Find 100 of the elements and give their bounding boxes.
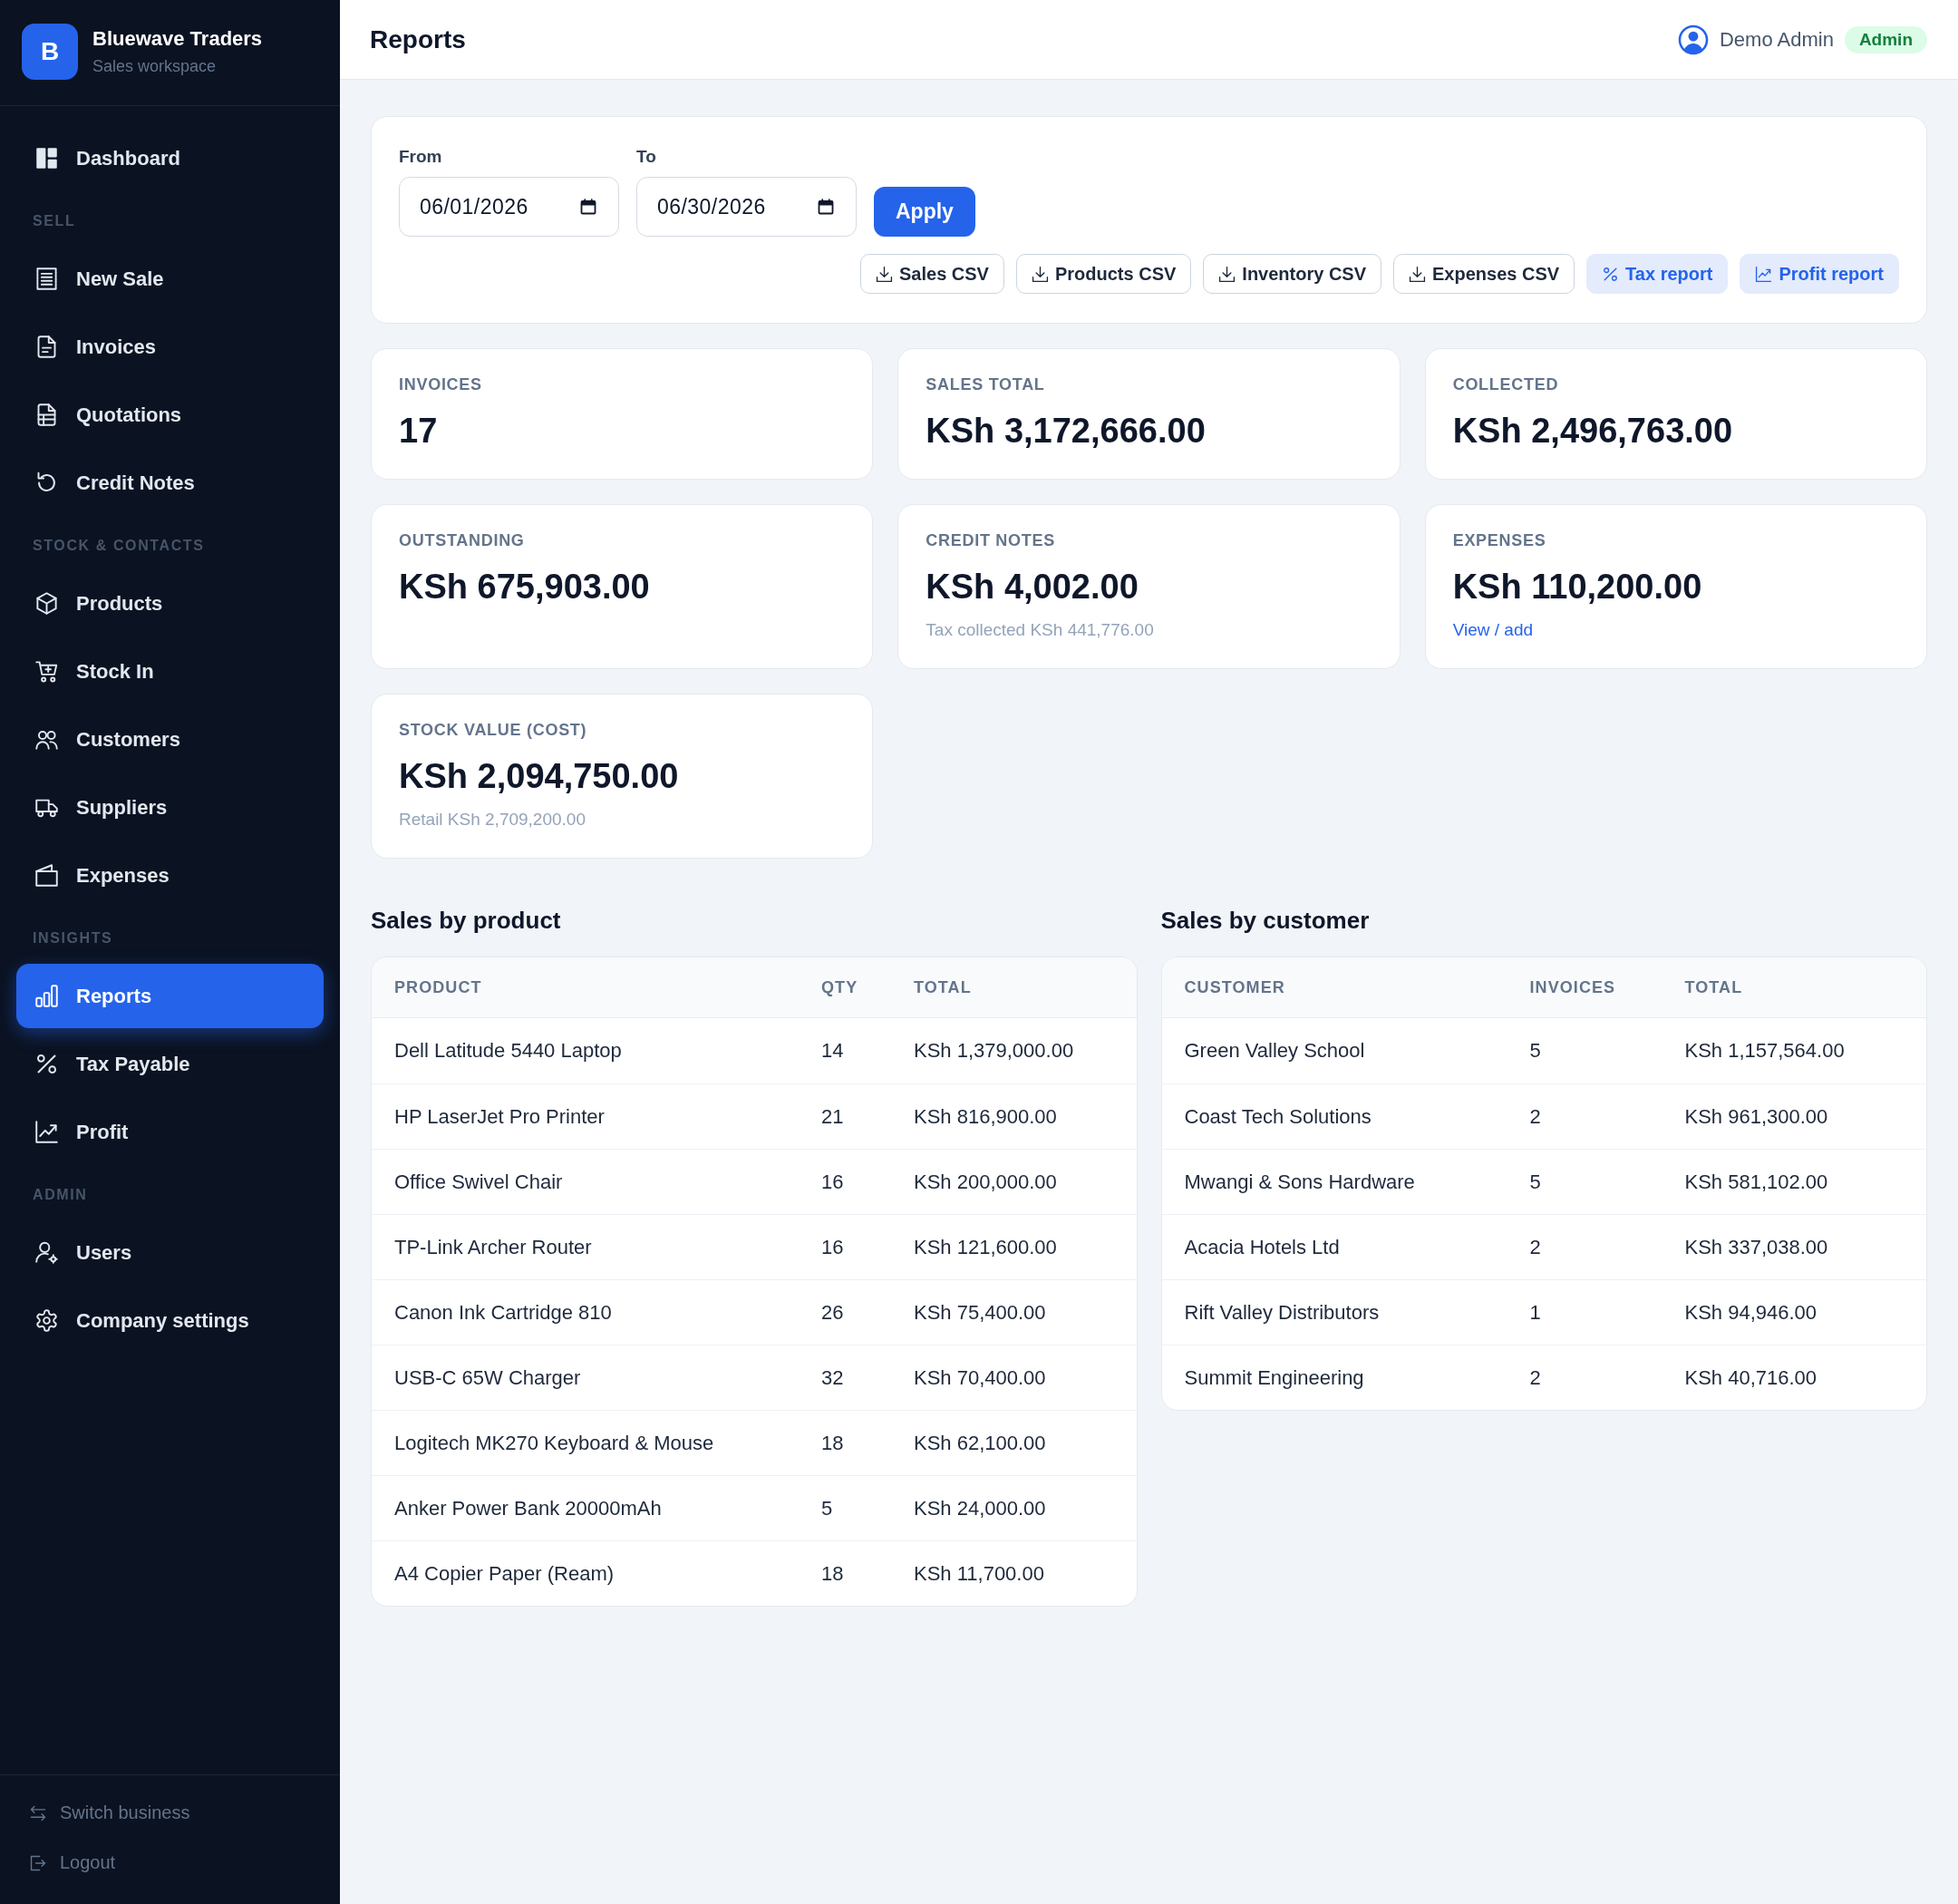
export-button[interactable]: Expenses CSV xyxy=(1393,254,1575,294)
table-cell: 16 xyxy=(821,1170,844,1194)
column-header: CUSTOMER xyxy=(1184,977,1285,997)
download-icon xyxy=(876,265,893,283)
stat-label: SALES TOTAL xyxy=(926,374,1045,394)
table-cell: Anker Power Bank 20000mAh xyxy=(394,1496,662,1520)
stat-label: CREDIT NOTES xyxy=(926,530,1055,550)
cube-icon xyxy=(34,591,59,616)
column-header: PRODUCT xyxy=(394,977,482,997)
stat-label: EXPENSES xyxy=(1452,530,1546,550)
nav-item[interactable]: Invoices xyxy=(16,315,324,379)
calendar-icon xyxy=(580,199,596,215)
table-cell: KSh 337,038.00 xyxy=(1684,1235,1828,1259)
swap-arrows-icon xyxy=(29,1803,47,1822)
table-cell: KSh 40,716.00 xyxy=(1684,1365,1817,1390)
table-cell: Canon Ink Cartridge 810 xyxy=(394,1300,612,1325)
percent-icon xyxy=(34,1052,59,1076)
wallet-icon xyxy=(34,863,59,888)
table-cell: KSh 121,600.00 xyxy=(914,1235,1057,1259)
field-label: From xyxy=(399,146,442,168)
table-cell: Green Valley School xyxy=(1184,1039,1365,1063)
nav-item[interactable]: New Sale xyxy=(16,247,324,311)
nav-item[interactable]: Stock In xyxy=(16,639,324,704)
stat-note: Retail KSh 2,709,200.00 xyxy=(399,809,586,831)
table-cell: Coast Tech Solutions xyxy=(1184,1104,1372,1129)
table-cell: 26 xyxy=(821,1300,844,1325)
field-label: To xyxy=(636,146,656,168)
stat-label: COLLECTED xyxy=(1452,374,1559,394)
table-cell: HP LaserJet Pro Printer xyxy=(394,1104,605,1129)
export-button[interactable]: Inventory CSV xyxy=(1203,254,1382,294)
nav-item[interactable]: Expenses xyxy=(16,843,324,908)
logout-icon xyxy=(29,1853,47,1872)
table-cell: KSh 94,946.00 xyxy=(1684,1300,1817,1325)
table-cell: KSh 1,157,564.00 xyxy=(1684,1039,1845,1063)
page-title: Reports xyxy=(370,24,466,54)
table-cell: KSh 200,000.00 xyxy=(914,1170,1057,1194)
table-cell: KSh 1,379,000.00 xyxy=(914,1039,1074,1063)
table-cell: Rift Valley Distributors xyxy=(1184,1300,1380,1325)
nav-item[interactable]: Customers xyxy=(16,707,324,772)
stat-link[interactable]: View / add xyxy=(1452,619,1534,641)
export-button[interactable]: Products CSV xyxy=(1015,254,1192,294)
nav-item[interactable]: Users xyxy=(16,1220,324,1285)
brand-subtitle: Sales workspace xyxy=(92,56,217,76)
table-cell: Summit Engineering xyxy=(1184,1365,1364,1390)
table-cell: KSh 581,102.00 xyxy=(1684,1170,1828,1194)
user-gear-icon xyxy=(34,1240,59,1265)
nav-item[interactable]: Company settings xyxy=(16,1288,324,1353)
table-cell: Logitech MK270 Keyboard & Mouse xyxy=(394,1431,714,1455)
nav-item[interactable]: Quotations xyxy=(16,383,324,447)
stat-label: INVOICES xyxy=(399,374,482,394)
apply-button[interactable]: Apply xyxy=(874,187,975,237)
table-cell: 5 xyxy=(1529,1039,1541,1063)
column-header: QTY xyxy=(821,977,858,997)
footer-link[interactable]: Switch business xyxy=(29,1788,190,1838)
table-cell: 18 xyxy=(821,1431,844,1455)
nav-item[interactable]: Dashboard xyxy=(16,126,324,190)
nav-item[interactable]: Reports xyxy=(16,964,324,1028)
nav-section-label: ADMIN xyxy=(33,1186,88,1204)
nav-item[interactable]: Suppliers xyxy=(16,775,324,840)
stat-value: KSh 2,094,750.00 xyxy=(399,756,679,797)
table-cell: Acacia Hotels Ltd xyxy=(1184,1235,1340,1259)
table-cell: Office Swivel Chair xyxy=(394,1170,563,1194)
table-cell: 2 xyxy=(1529,1104,1541,1129)
role-badge: Admin xyxy=(1844,25,1927,53)
table-cell: Mwangi & Sons Hardware xyxy=(1184,1170,1415,1194)
user-name: Demo Admin xyxy=(1719,27,1834,52)
user-avatar-icon xyxy=(1677,24,1709,55)
date-field[interactable]: 06/30/2026 xyxy=(636,177,857,237)
receipt-icon xyxy=(34,267,59,291)
nav-item[interactable]: Credit Notes xyxy=(16,451,324,515)
brand-name: Bluewave Traders xyxy=(92,27,263,51)
table-cell: KSh 24,000.00 xyxy=(914,1496,1046,1520)
date-field[interactable]: 06/01/2026 xyxy=(399,177,619,237)
table-cell: 5 xyxy=(1529,1170,1541,1194)
export-button[interactable]: Sales CSV xyxy=(860,254,1004,294)
table-cell: KSh 961,300.00 xyxy=(1684,1104,1828,1129)
column-header: TOTAL xyxy=(914,977,972,997)
stat-value: KSh 675,903.00 xyxy=(399,567,650,607)
nav-item[interactable]: Tax Payable xyxy=(16,1032,324,1096)
table-cell: KSh 11,700.00 xyxy=(914,1561,1044,1586)
footer-link[interactable]: Logout xyxy=(29,1838,116,1888)
table-cell: 16 xyxy=(821,1235,844,1259)
table-cell: KSh 816,900.00 xyxy=(914,1104,1057,1129)
stat-label: STOCK VALUE (COST) xyxy=(399,720,587,740)
nav-item[interactable]: Profit xyxy=(16,1100,324,1164)
export-button[interactable]: Tax report xyxy=(1586,254,1729,294)
column-header: TOTAL xyxy=(1684,977,1743,997)
nav-section-label: SELL xyxy=(33,212,76,230)
brand-logo: B xyxy=(22,24,78,80)
table-cell: 1 xyxy=(1529,1300,1541,1325)
table-cell: 14 xyxy=(821,1039,844,1063)
line-chart-icon xyxy=(34,1120,59,1144)
cart-plus-icon xyxy=(34,659,59,684)
stat-label: OUTSTANDING xyxy=(399,530,525,550)
export-button[interactable]: Profit report xyxy=(1740,254,1899,294)
table-cell: 18 xyxy=(821,1561,844,1586)
calendar-icon xyxy=(818,199,834,215)
nav-item[interactable]: Products xyxy=(16,571,324,636)
table-cell: KSh 62,100.00 xyxy=(914,1431,1046,1455)
download-icon xyxy=(1218,265,1236,283)
